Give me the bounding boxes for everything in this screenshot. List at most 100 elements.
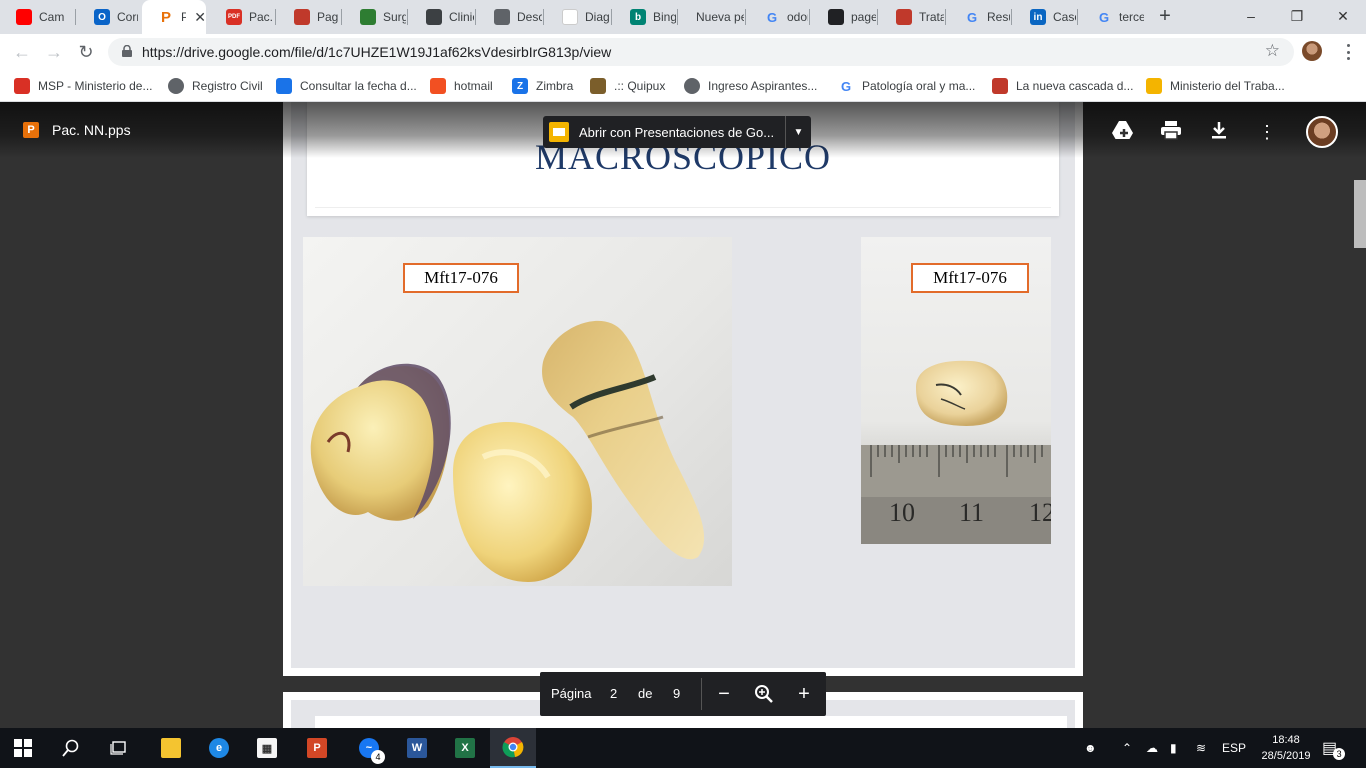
action-center-icon[interactable]: ▤ 3 <box>1322 728 1349 768</box>
tooth-photo-right: 10 11 12 Mft17-076 <box>861 237 1051 544</box>
bookmark-6[interactable]: Ingreso Aspirantes... <box>684 77 817 95</box>
address-bar[interactable]: https://drive.google.com/file/d/1c7UHZE1… <box>108 38 1294 66</box>
globe-icon <box>494 9 510 25</box>
restore-button[interactable]: ❐ <box>1274 0 1320 32</box>
surgery-icon <box>360 9 376 25</box>
word-icon[interactable]: W <box>394 728 440 768</box>
chrome-profile-avatar[interactable] <box>1302 41 1322 61</box>
account-avatar[interactable] <box>1306 116 1338 148</box>
tab-5[interactable]: Surg <box>344 0 406 34</box>
tab-15[interactable]: in Caso <box>1014 0 1076 34</box>
tab-title: Surg <box>383 10 406 24</box>
bookmark-2[interactable]: Consultar la fecha d... <box>276 77 417 95</box>
language-indicator[interactable]: ESP <box>1222 728 1246 768</box>
page-label: Página <box>551 686 592 701</box>
task-view-icon[interactable] <box>96 728 142 768</box>
open-with-label: Abrir con Presentaciones de Go... <box>579 124 775 140</box>
google-icon: G <box>840 78 852 94</box>
bookmark-7[interactable]: G Patología oral y ma... <box>838 77 975 95</box>
tab-separator <box>341 9 342 25</box>
search-icon[interactable] <box>48 728 94 768</box>
tab-8[interactable]: Diag <box>546 0 610 34</box>
zoom-reset-icon[interactable] <box>752 682 776 706</box>
tab-title: Clinic <box>449 10 474 24</box>
add-to-drive-icon[interactable] <box>1111 120 1135 144</box>
current-page[interactable]: 2 <box>610 686 617 701</box>
start-button[interactable] <box>0 728 46 768</box>
bookmark-1[interactable]: Registro Civil <box>168 77 263 95</box>
tab-16[interactable]: Gterce <box>1080 0 1144 34</box>
zimbra-icon: Z <box>512 78 528 94</box>
zoom-out-icon[interactable]: − <box>712 682 736 706</box>
tab-4[interactable]: Pag 4 <box>278 0 340 34</box>
back-button[interactable]: ← <box>10 40 34 64</box>
tab-title: Nueva pe <box>696 10 744 24</box>
tab-1[interactable]: O Corr <box>78 0 138 34</box>
file-explorer-icon[interactable] <box>148 728 194 768</box>
total-pages: 9 <box>673 686 681 701</box>
onedrive-icon[interactable]: ☁ <box>1146 728 1158 768</box>
bookmark-5[interactable]: .:: Quipux <box>590 77 665 95</box>
tab-2[interactable]: P P ✕ <box>142 0 206 34</box>
battery-icon[interactable]: ▮ <box>1170 728 1177 768</box>
tab-11[interactable]: Godon <box>748 0 808 34</box>
linkedin-icon: in <box>1030 9 1046 25</box>
bookmark-label: Ingreso Aspirantes... <box>708 79 818 93</box>
tab-9[interactable]: b Bing <box>614 0 676 34</box>
google-icon: G <box>1098 9 1110 25</box>
tab-10[interactable]: Nueva pe <box>680 0 744 34</box>
chrome-menu-icon[interactable] <box>1338 41 1358 63</box>
clock[interactable]: 18:48 28/5/2019 <box>1258 732 1314 764</box>
bing-icon: b <box>630 9 646 25</box>
tab-separator <box>475 9 476 25</box>
zoom-in-icon[interactable]: + <box>792 682 816 706</box>
tab-separator <box>877 9 878 25</box>
wifi-icon[interactable]: ≋ <box>1196 728 1206 768</box>
slide-page-2: MACROSCÓPICO <box>283 102 1083 676</box>
tab-0[interactable]: Cam <box>0 0 74 34</box>
windows-icon <box>430 78 446 94</box>
bookmark-3[interactable]: hotmail <box>430 77 493 95</box>
tab-12[interactable]: page <box>812 0 876 34</box>
bookmark-9[interactable]: Ministerio del Traba... <box>1146 77 1285 95</box>
tab-7[interactable]: Desc <box>478 0 542 34</box>
tab-title: odon <box>787 10 808 24</box>
powerpoint-icon[interactable]: P <box>294 728 340 768</box>
store-icon[interactable]: ▦ <box>244 728 290 768</box>
close-tab-icon[interactable]: ✕ <box>194 9 206 26</box>
download-icon[interactable] <box>1207 120 1231 144</box>
open-with-dropdown-icon[interactable]: ▼ <box>785 116 811 148</box>
drive-file-viewer: MACROSCÓPICO <box>0 102 1366 728</box>
open-with-slides-button[interactable]: Abrir con Presentaciones de Go... ▼ <box>543 116 811 148</box>
messenger-icon[interactable]: ~4 <box>346 728 392 768</box>
close-window-button[interactable]: ✕ <box>1320 0 1366 32</box>
tab-6[interactable]: Clinic <box>410 0 474 34</box>
forward-button[interactable]: → <box>42 40 66 64</box>
chrome-icon[interactable] <box>490 728 536 768</box>
new-tab-button[interactable]: + <box>1154 5 1176 27</box>
excel-icon[interactable]: X <box>442 728 488 768</box>
bookmark-star-icon[interactable]: ☆ <box>1265 41 1280 61</box>
bookmark-8[interactable]: La nueva cascada d... <box>992 77 1133 95</box>
tab-14[interactable]: G Resu <box>948 0 1010 34</box>
mintrab-icon <box>1146 78 1162 94</box>
bookmark-label: Consultar la fecha d... <box>300 79 417 93</box>
tab-title: Cam <box>39 10 65 24</box>
people-icon[interactable]: ☻ <box>1084 728 1097 768</box>
tab-3[interactable]: PDF Pac. <box>210 0 274 34</box>
tab-13[interactable]: Trata <box>880 0 944 34</box>
print-icon[interactable] <box>1159 120 1183 144</box>
bookmark-label: Zimbra <box>536 79 574 93</box>
tab-separator <box>75 9 76 25</box>
show-hidden-icons-chevron-icon[interactable]: ⌃ <box>1122 728 1132 768</box>
bookmark-0[interactable]: MSP - Ministerio de... <box>14 77 152 95</box>
page-of-label: de <box>638 686 653 701</box>
edge-icon[interactable]: e <box>196 728 242 768</box>
windows-logo-icon <box>14 739 32 757</box>
reload-button[interactable]: ↻ <box>74 40 98 64</box>
tab-title: Bing <box>653 10 676 24</box>
more-options-icon[interactable]: ⋮ <box>1255 120 1279 144</box>
minimize-button[interactable]: – <box>1228 0 1274 32</box>
bookmark-4[interactable]: Z Zimbra <box>512 77 573 95</box>
vertical-scrollbar-thumb[interactable] <box>1354 180 1366 248</box>
